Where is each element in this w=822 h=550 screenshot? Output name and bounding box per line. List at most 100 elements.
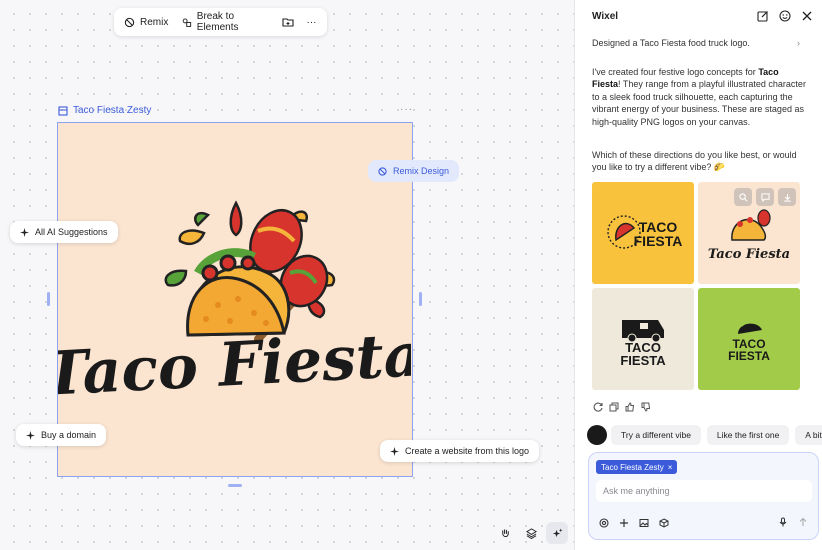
- tile-2-tools: [734, 188, 796, 206]
- hand-tool-button[interactable]: [494, 522, 516, 544]
- chip-like-first-one[interactable]: Like the first one: [706, 425, 790, 445]
- break-to-elements-button[interactable]: Break to Elements: [178, 11, 271, 33]
- more-options-button[interactable]: ···: [302, 11, 321, 33]
- logo-text: Taco Fiesta: [58, 320, 411, 410]
- at-icon: [599, 518, 609, 528]
- layers-icon: [525, 527, 537, 539]
- message-text-2: ! They range from a playful illustrated …: [592, 79, 806, 127]
- close-panel-button[interactable]: [800, 9, 814, 23]
- chevron-right-icon: ›: [797, 38, 800, 48]
- logo-options-grid: TACO FIESTA Taco Fiesta TACO FIESTA TACO…: [592, 182, 800, 390]
- edit-icon: [757, 11, 768, 22]
- task-summary-text: Designed a Taco Fiesta food truck logo.: [592, 38, 750, 48]
- ask-input[interactable]: [596, 480, 812, 502]
- plus-icon: [620, 519, 628, 527]
- break-to-elements-label: Break to Elements: [196, 11, 239, 33]
- send-button[interactable]: [798, 516, 808, 526]
- add-button[interactable]: [619, 517, 629, 527]
- resize-handle-left[interactable]: [47, 292, 50, 306]
- chip-a-bit-more[interactable]: A bit more: [795, 425, 822, 445]
- thumbs-down-icon: [641, 402, 651, 412]
- regenerate-button[interactable]: [593, 401, 603, 412]
- ai-chat-panel: Wixel Designed a Taco Fiesta food truck …: [574, 0, 822, 550]
- thumbs-up-button[interactable]: [625, 401, 635, 412]
- suggestion-chips: Try a different vibe Like the first one …: [611, 425, 822, 445]
- composer-send-tools: [778, 516, 808, 527]
- thumbs-down-button[interactable]: [641, 401, 651, 412]
- microphone-button[interactable]: [778, 516, 788, 527]
- remix-icon: [378, 166, 387, 176]
- download-icon: [783, 193, 791, 202]
- create-website-button[interactable]: Create a website from this logo: [380, 440, 540, 462]
- shapes-icon: [183, 17, 192, 27]
- add-to-folder-button[interactable]: [279, 11, 298, 33]
- tile-2-line-1: Taco Fiesta: [708, 247, 790, 262]
- remix-design-label: Remix Design: [393, 166, 450, 176]
- mention-button[interactable]: [599, 517, 609, 528]
- remix-design-button[interactable]: Remix Design: [368, 160, 460, 182]
- message-text-1: I've created four festive logo concepts …: [592, 67, 759, 77]
- tile-3-line-2: FIESTA: [620, 353, 666, 368]
- zoom-button[interactable]: [734, 188, 752, 206]
- resize-handle-right[interactable]: [419, 292, 422, 306]
- zoom-icon: [738, 192, 747, 201]
- 3d-object-button[interactable]: [659, 517, 669, 528]
- resize-handle-bottom[interactable]: [228, 484, 242, 487]
- hand-icon: [501, 528, 509, 537]
- logo-option-1-image: TACO FIESTA: [592, 182, 694, 284]
- composer-tools: [599, 517, 669, 528]
- frame-icon: [58, 105, 68, 116]
- comment-button[interactable]: [756, 188, 774, 206]
- design-canvas[interactable]: Remix Break to Elements ··· Taco Fiesta …: [0, 0, 574, 550]
- comment-icon: [760, 192, 770, 202]
- new-chat-button[interactable]: [756, 9, 770, 23]
- frame-title[interactable]: Taco Fiesta Zesty: [58, 105, 151, 116]
- logo-option-4[interactable]: TACO FIESTA: [698, 288, 800, 390]
- tile-4-line-2: FIESTA: [728, 349, 770, 363]
- download-button[interactable]: [778, 188, 796, 206]
- task-summary-row[interactable]: Designed a Taco Fiesta food truck logo. …: [592, 38, 800, 48]
- logo-option-2[interactable]: Taco Fiesta: [698, 182, 800, 284]
- image-button[interactable]: [639, 517, 649, 527]
- folder-plus-icon: [282, 18, 294, 27]
- image-icon: [639, 519, 649, 527]
- feedback-button[interactable]: [778, 9, 792, 23]
- logo-option-3-image: TACO FIESTA: [592, 288, 694, 390]
- copy-icon: [609, 402, 619, 412]
- floating-toolbar: Remix Break to Elements ···: [114, 8, 327, 36]
- sparkles-icon: [552, 527, 563, 537]
- buy-domain-button[interactable]: Buy a domain: [16, 424, 107, 446]
- assistant-question: Which of these directions do you like be…: [592, 150, 797, 173]
- logo-option-3[interactable]: TACO FIESTA: [592, 288, 694, 390]
- close-icon: [802, 11, 812, 21]
- all-ai-suggestions-label: All AI Suggestions: [35, 227, 108, 237]
- sparkle-icon: [390, 446, 399, 456]
- canvas-bottom-tools: [494, 522, 568, 544]
- assistant-message: I've created four festive logo concepts …: [592, 66, 806, 128]
- all-ai-suggestions-button[interactable]: All AI Suggestions: [10, 221, 118, 243]
- cube-icon: [659, 518, 669, 528]
- close-icon[interactable]: ×: [668, 463, 673, 472]
- logo-option-1[interactable]: TACO FIESTA: [592, 182, 694, 284]
- remix-icon: [124, 17, 135, 27]
- chat-composer: Taco Fiesta Zesty ×: [588, 452, 819, 540]
- ai-assistant-button[interactable]: [546, 522, 568, 544]
- buy-domain-label: Buy a domain: [41, 430, 97, 440]
- frame-title-label: Taco Fiesta Zesty: [73, 105, 152, 116]
- logo-frame[interactable]: Taco Fiesta: [42, 122, 424, 477]
- copy-button[interactable]: [609, 401, 619, 412]
- microphone-icon: [779, 517, 787, 527]
- sparkle-icon: [26, 430, 35, 440]
- context-tag-label: Taco Fiesta Zesty: [601, 462, 664, 472]
- context-tag[interactable]: Taco Fiesta Zesty ×: [596, 460, 678, 474]
- refresh-icon: [593, 402, 603, 412]
- logo-option-4-image: TACO FIESTA: [698, 288, 800, 390]
- remix-button[interactable]: Remix: [120, 11, 172, 33]
- frame-more-button[interactable]: ···: [400, 104, 413, 115]
- taco-fiesta-logo: Taco Fiesta: [42, 200, 424, 410]
- arrow-up-icon: [799, 517, 807, 526]
- layers-button[interactable]: [520, 522, 542, 544]
- more-options-label: ···: [306, 16, 317, 28]
- thumbs-up-icon: [625, 402, 635, 412]
- chip-try-different-vibe[interactable]: Try a different vibe: [611, 425, 701, 445]
